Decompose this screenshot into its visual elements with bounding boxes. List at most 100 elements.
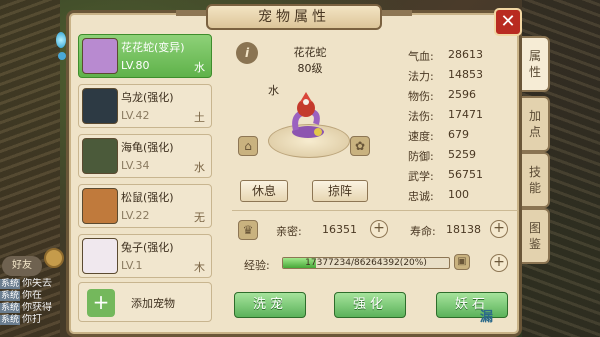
chat-text: 你失去	[22, 278, 53, 289]
pet-name: 海龟(强化)	[121, 141, 174, 154]
stat-value: 100	[448, 188, 469, 201]
watermark-logo: 漏	[480, 310, 494, 325]
tab-label: 属性	[528, 49, 541, 79]
pet-level: LV.22	[121, 209, 150, 222]
chat-text: 你打	[22, 314, 43, 325]
gem-small-icon	[58, 52, 66, 60]
stat-value: 679	[448, 128, 469, 141]
exp-plus-button[interactable]: +	[490, 254, 508, 272]
stat-value: 17471	[448, 108, 483, 121]
intimacy-label: 亲密:	[276, 225, 302, 238]
info-icon[interactable]: i	[236, 42, 258, 64]
intimacy-plus-button[interactable]: +	[370, 220, 388, 238]
pet-name: 松鼠(强化)	[121, 191, 174, 204]
tab-handbook[interactable]: 图鉴	[522, 208, 550, 264]
tab-label: 加点	[528, 109, 541, 139]
exp-label: 经验:	[244, 259, 270, 272]
pet-list-item[interactable]: 松鼠(强化) LV.22 无	[78, 184, 212, 228]
pet-avatar	[82, 88, 118, 124]
chat-text: 你获得	[22, 302, 53, 313]
chat-tag: 系统	[0, 279, 21, 289]
stat-value: 56751	[448, 168, 483, 181]
strengthen-button[interactable]: 强化	[334, 292, 406, 318]
chat-line: 系统 你获得	[0, 302, 64, 314]
stat-value: 28613	[448, 48, 483, 61]
selected-pet-element: 水	[268, 84, 279, 97]
chat-tag: 系统	[0, 291, 21, 301]
selected-pet-name: 花花蛇	[293, 46, 327, 59]
title-ornament-left	[176, 10, 206, 16]
lifespan-plus-button[interactable]: +	[490, 220, 508, 238]
pet-element: 无	[194, 211, 205, 224]
pet-model-image	[292, 92, 324, 138]
rest-button[interactable]: 休息	[240, 180, 288, 202]
tab-label: 技能	[528, 165, 541, 195]
pet-avatar	[82, 138, 118, 174]
lifespan-label: 寿命:	[410, 225, 436, 238]
intimacy-value: 16351	[322, 223, 357, 236]
stat-value: 5259	[448, 148, 476, 161]
lifespan-value: 18138	[446, 223, 481, 236]
stat-label: 防御:	[408, 150, 434, 163]
pet-name: 乌龙(强化)	[121, 91, 174, 104]
tab-add-points[interactable]: 加点	[522, 96, 550, 152]
title-ornament-right	[382, 10, 412, 16]
chat-line: 系统 你打	[0, 314, 64, 326]
pet-avatar	[82, 238, 118, 274]
tab-skills[interactable]: 技能	[522, 152, 550, 208]
stat-value: 14853	[448, 68, 483, 81]
tab-attributes[interactable]: 属性	[522, 36, 550, 92]
pet-avatar	[82, 38, 118, 74]
add-pet-button[interactable]: + 添加宠物	[78, 282, 212, 322]
lock-icon[interactable]: ▣	[454, 254, 470, 270]
stat-label: 忠诚:	[408, 190, 434, 203]
pet-avatar	[82, 188, 118, 224]
pet-list-item[interactable]: 花花蛇(变异) LV.80 水	[78, 34, 212, 78]
pet-list-item[interactable]: 乌龙(强化) LV.42 土	[78, 84, 212, 128]
selected-pet-level: 80级	[297, 62, 323, 75]
pet-element: 水	[194, 161, 205, 174]
wash-pet-button[interactable]: 洗宠	[234, 292, 306, 318]
pet-element: 土	[194, 111, 205, 124]
stat-label: 法力:	[408, 70, 434, 83]
pet-level: LV.80	[121, 59, 150, 72]
pet-level: LV.1	[121, 259, 143, 272]
chat-tag: 系统	[0, 315, 21, 325]
chat-line: 系统 你失去	[0, 278, 64, 290]
pet-level: LV.34	[121, 159, 150, 172]
pet-list[interactable]: 花花蛇(变异) LV.80 水 乌龙(强化) LV.42 土 海龟(强化) LV…	[78, 34, 214, 334]
chat-text: 你在	[22, 290, 43, 301]
pet-name: 花花蛇(变异)	[121, 41, 185, 54]
crown-icon: ♛	[238, 220, 258, 240]
paw-icon[interactable]: ✿	[350, 136, 370, 156]
exp-progress-bar: 17377234/86264392(20%)	[282, 257, 450, 269]
pet-list-item[interactable]: 兔子(强化) LV.1 木	[78, 234, 212, 278]
close-button[interactable]: ✕	[494, 8, 522, 36]
add-pet-label: 添加宠物	[131, 297, 175, 310]
stat-label: 速度:	[408, 130, 434, 143]
exp-progress-text: 17377234/86264392(20%)	[305, 258, 427, 268]
stat-value: 2596	[448, 88, 476, 101]
stat-label: 武学:	[408, 170, 434, 183]
demon-stone-button[interactable]: 妖石	[436, 292, 508, 318]
chat-tag: 系统	[0, 303, 21, 313]
panel-title: 宠物属性	[206, 4, 382, 30]
stat-label: 法伤:	[408, 110, 434, 123]
chat-line: 系统 你在	[0, 290, 64, 302]
pet-element: 水	[194, 61, 205, 74]
tab-label: 图鉴	[528, 221, 541, 251]
pet-element: 木	[194, 261, 205, 274]
pet-list-item[interactable]: 海龟(强化) LV.34 水	[78, 134, 212, 178]
pet-level: LV.42	[121, 109, 150, 122]
gem-icon	[56, 32, 66, 48]
chat-log: 系统 你失去 系统 你在 系统 你获得 系统 你打	[0, 278, 64, 326]
divider	[232, 210, 518, 211]
battle-button[interactable]: 掠阵	[312, 180, 368, 202]
pet-name: 兔子(强化)	[121, 241, 174, 254]
stat-label: 物伤:	[408, 90, 434, 103]
friend-button[interactable]: 好友	[2, 256, 42, 276]
emoji-icon[interactable]	[44, 248, 64, 268]
plus-icon: +	[87, 289, 115, 317]
treasure-icon[interactable]: ⌂	[238, 136, 258, 156]
stat-label: 气血:	[408, 50, 434, 63]
